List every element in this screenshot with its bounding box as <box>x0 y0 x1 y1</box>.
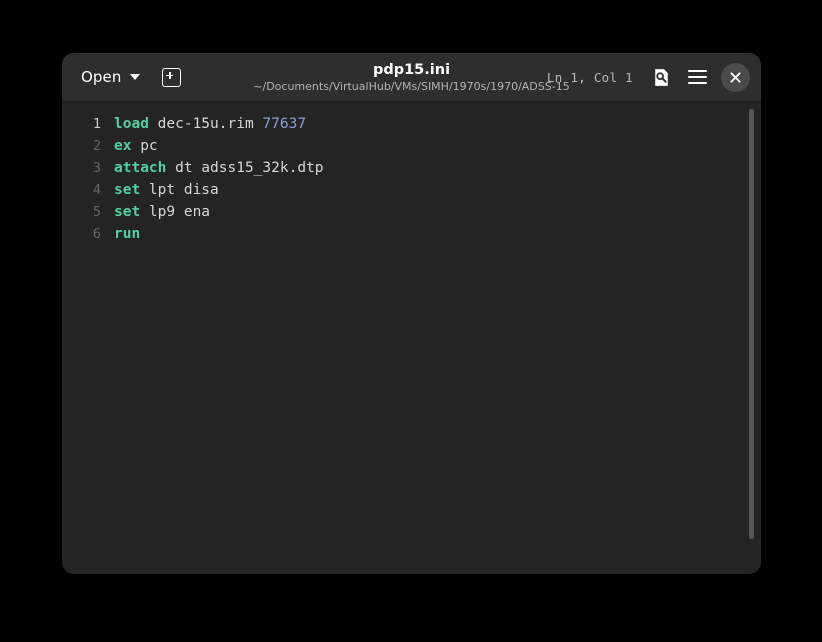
titlebar-left-controls: Open <box>70 60 188 94</box>
code-line-text: run <box>114 223 140 245</box>
code-token-kw: set <box>114 182 140 198</box>
line-number: 5 <box>62 201 114 223</box>
find-in-document-icon <box>652 68 671 87</box>
code-line: 6run <box>62 223 761 245</box>
code-token-num: 77637 <box>262 116 306 132</box>
open-button[interactable]: Open <box>70 62 150 92</box>
editor-area[interactable]: 1load dec-15u.rim 776372ex pc3attach dt … <box>62 102 761 574</box>
line-number: 6 <box>62 223 114 245</box>
code-token-arg: dec-15u.rim <box>149 116 263 132</box>
code-token-kw: ex <box>114 138 131 154</box>
new-document-button[interactable] <box>154 60 188 94</box>
code-line-text: load dec-15u.rim 77637 <box>114 113 306 135</box>
close-window-button[interactable] <box>721 63 750 92</box>
titlebar-right-controls: Ln 1, Col 1 <box>547 60 753 94</box>
code-token-kw: run <box>114 226 140 242</box>
code-token-kw: load <box>114 116 149 132</box>
code-line-text: set lpt disa <box>114 179 219 201</box>
close-icon <box>730 72 741 83</box>
code-line: 2ex pc <box>62 135 761 157</box>
chevron-down-icon <box>130 74 140 80</box>
line-number: 4 <box>62 179 114 201</box>
code-token-arg: lp9 ena <box>140 204 210 220</box>
code-line-text: set lp9 ena <box>114 201 210 223</box>
code-token-arg: lpt disa <box>140 182 219 198</box>
code-line: 1load dec-15u.rim 77637 <box>62 113 761 135</box>
code-line-text: ex pc <box>114 135 158 157</box>
page-title: pdp15.ini <box>373 62 450 79</box>
vertical-scrollbar[interactable] <box>747 107 757 569</box>
code-line-text: attach dt adss15_32k.dtp <box>114 157 324 179</box>
open-button-label: Open <box>81 68 121 86</box>
line-number: 3 <box>62 157 114 179</box>
code-token-arg: pc <box>131 138 157 154</box>
code-token-kw: attach <box>114 160 166 176</box>
scrollbar-thumb[interactable] <box>749 109 754 539</box>
hamburger-menu-icon <box>688 70 707 84</box>
find-in-document-button[interactable] <box>644 60 678 94</box>
code-line: 4set lpt disa <box>62 179 761 201</box>
cursor-position-indicator: Ln 1, Col 1 <box>547 70 633 85</box>
main-menu-button[interactable] <box>680 60 714 94</box>
window-titlebar: pdp15.ini ~/Documents/VirtualHub/VMs/SIM… <box>62 53 761 102</box>
line-number: 2 <box>62 135 114 157</box>
code-token-arg: dt adss15_32k.dtp <box>166 160 323 176</box>
code-line: 5set lp9 ena <box>62 201 761 223</box>
desktop-background: pdp15.ini ~/Documents/VirtualHub/VMs/SIM… <box>0 0 822 642</box>
code-token-kw: set <box>114 204 140 220</box>
document-path: ~/Documents/VirtualHub/VMs/SIMH/1970s/19… <box>253 80 569 93</box>
line-number: 1 <box>62 113 114 135</box>
text-editor-window: pdp15.ini ~/Documents/VirtualHub/VMs/SIM… <box>62 53 761 574</box>
code-content[interactable]: 1load dec-15u.rim 776372ex pc3attach dt … <box>62 113 761 245</box>
new-document-icon <box>162 68 181 87</box>
code-line: 3attach dt adss15_32k.dtp <box>62 157 761 179</box>
